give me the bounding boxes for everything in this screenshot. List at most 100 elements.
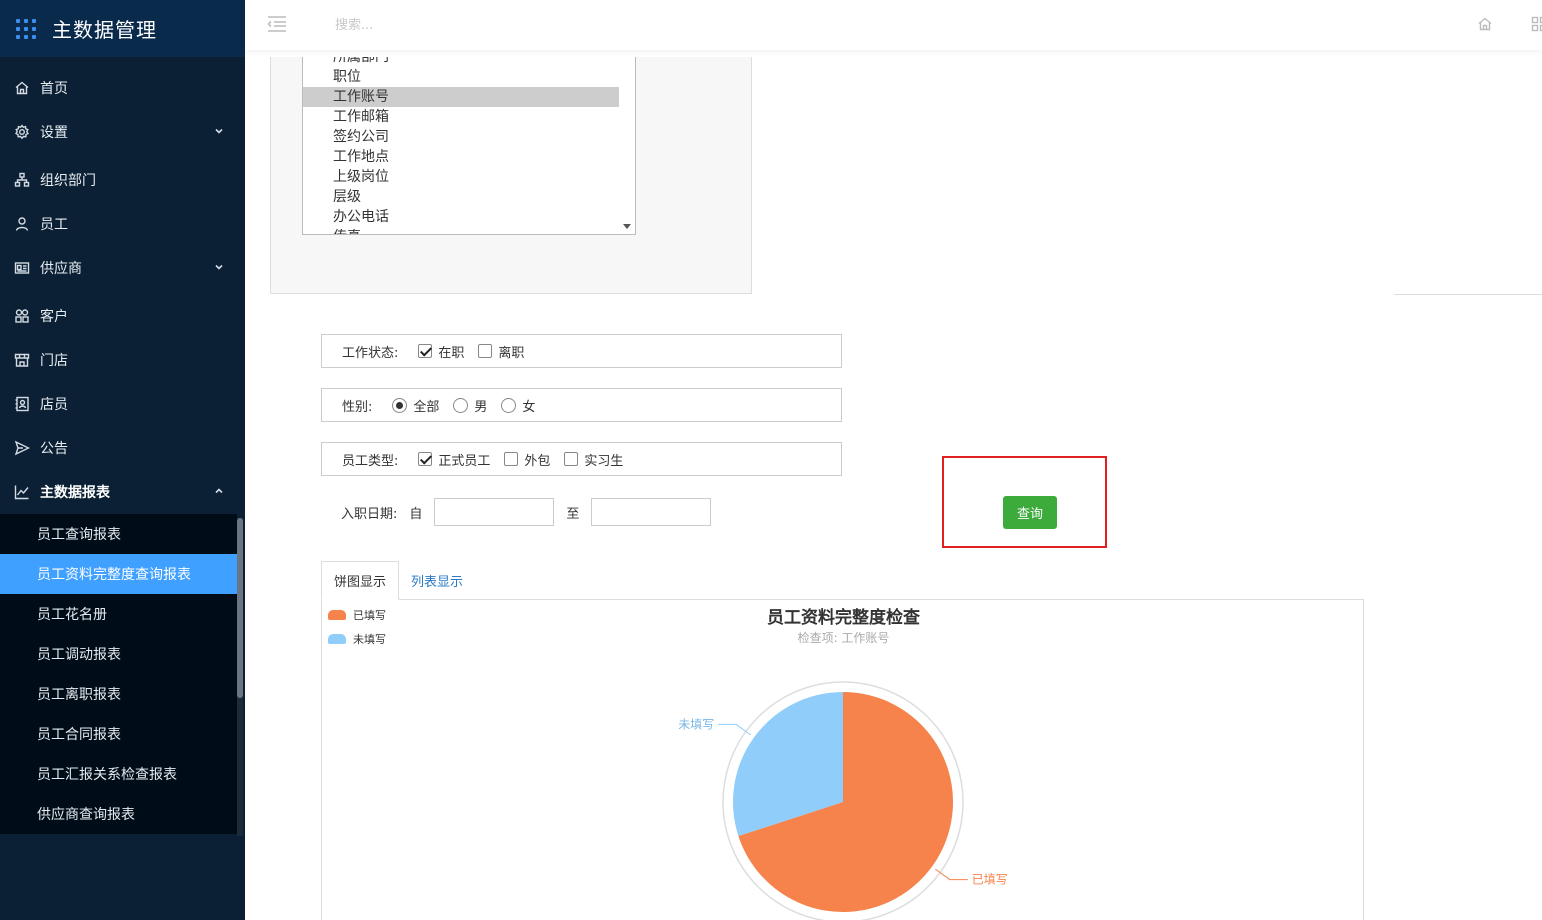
checkbox-label: 正式员工 (438, 453, 491, 469)
filter-employee-type: 员工类型: 正式员工 外包 实习生 (321, 442, 842, 476)
list-item[interactable]: 工作地点 (303, 147, 620, 167)
fullscreen-icon[interactable] (1531, 16, 1542, 32)
checkbox[interactable] (564, 452, 579, 466)
listbox-scrollbar[interactable] (619, 57, 635, 234)
submenu-item-reporting-line[interactable]: 员工汇报关系检查报表 (0, 754, 237, 794)
date-to-input[interactable] (591, 498, 712, 526)
sidebar-item-label: 主数据报表 (40, 485, 110, 501)
list-item[interactable]: 工作邮箱 (303, 107, 620, 127)
chevron-up-icon (213, 485, 225, 497)
gear-icon (14, 124, 30, 140)
submenu-item-contract[interactable]: 员工合同报表 (0, 714, 237, 754)
submenu-item-employee-query[interactable]: 员工查询报表 (0, 514, 237, 554)
radio-label: 全部 (413, 399, 440, 415)
sidebar-item-customer[interactable]: 客户 (0, 294, 245, 338)
pie-chart: 已填写 未填写 (678, 681, 1008, 920)
list-item[interactable]: 签约公司 (303, 127, 620, 147)
home-icon[interactable] (1477, 16, 1493, 32)
field-listbox[interactable]: 所属部门 职位 工作账号 工作邮箱 签约公司 工作地点 上级岗位 层级 办公电话… (302, 57, 636, 235)
sidebar-item-store[interactable]: 门店 (0, 338, 245, 382)
submenu-item-resignation[interactable]: 员工离职报表 (0, 674, 237, 714)
list-item-selected[interactable]: 工作账号 (303, 87, 620, 107)
submenu-item-profile-completeness[interactable]: 员工资料完整度查询报表 (0, 554, 237, 594)
sidebar-item-label: 首页 (40, 81, 68, 97)
chart-title: 员工资料完整度检查 (767, 608, 920, 628)
checkbox[interactable] (418, 452, 433, 466)
list-item[interactable]: 上级岗位 (303, 167, 620, 187)
sidebar-item-label: 客户 (40, 309, 68, 325)
list-item[interactable]: 所属部门 (303, 57, 620, 67)
reports-submenu: 员工查询报表 员工资料完整度查询报表 员工花名册 员工调动报表 员工离职报表 员… (0, 514, 237, 834)
apps-grid-icon (16, 18, 36, 39)
list-item[interactable]: 办公电话 (303, 207, 620, 227)
checkbox-regular[interactable]: 正式员工 (418, 450, 490, 469)
home-icon (14, 80, 30, 96)
sidebar-item-clerk[interactable]: 店员 (0, 382, 245, 426)
radio[interactable] (392, 397, 408, 413)
pie-chart-container: 已填写 未填写 已填写 未填写 员工资料完整度检查 检查项: 工作账号 (321, 599, 1364, 920)
sidebar-item-supplier[interactable]: 供应商 (0, 246, 245, 290)
customer-icon (14, 308, 30, 324)
line-chart-icon (14, 484, 30, 500)
menu-fold-icon[interactable] (267, 15, 287, 33)
checkbox[interactable] (478, 344, 493, 358)
sidebar-item-label: 组织部门 (40, 173, 96, 189)
divider (1394, 294, 1542, 295)
checkbox-label: 在职 (438, 345, 465, 361)
sidebar-scrollbar[interactable] (237, 518, 243, 836)
sidebar-item-label: 供应商 (40, 261, 82, 277)
search-input[interactable] (335, 15, 635, 35)
submenu-item-supplier-query[interactable]: 供应商查询报表 (0, 794, 237, 834)
sidebar-item-home[interactable]: 首页 (0, 66, 245, 110)
list-item[interactable]: 职位 (303, 67, 620, 87)
sidebar-item-master-data-reports[interactable]: 主数据报表 (0, 470, 245, 514)
sidebar-item-label: 设置 (40, 125, 68, 141)
checkbox-active[interactable]: 在职 (418, 342, 464, 361)
sidebar-item-settings[interactable]: 设置 (0, 110, 245, 154)
filter-work-status: 工作状态: 在职 离职 (321, 334, 842, 368)
radio[interactable] (453, 397, 469, 413)
date-to-label: 至 (566, 506, 580, 522)
app-logo[interactable]: 主数据管理 (0, 0, 245, 57)
filter-hire-date: 入职日期: 自 至 (341, 498, 723, 526)
sidebar-item-org[interactable]: 组织部门 (0, 158, 245, 202)
submenu-item-transfer[interactable]: 员工调动报表 (0, 634, 237, 674)
submenu-item-roster[interactable]: 员工花名册 (0, 594, 237, 634)
radio-female[interactable]: 女 (501, 396, 535, 415)
filter-label: 性别: (342, 399, 373, 415)
tab-pie-view[interactable]: 饼图显示 (321, 561, 399, 600)
checkbox-label: 离职 (498, 345, 525, 361)
filter-label: 工作状态: (342, 345, 399, 361)
org-chart-icon (14, 172, 30, 188)
list-item[interactable]: 传真 (303, 227, 620, 234)
filter-label: 入职日期: (341, 506, 398, 522)
list-item[interactable]: 层级 (303, 187, 620, 207)
date-from-label: 自 (409, 506, 423, 522)
scrollbar-thumb[interactable] (237, 518, 243, 698)
query-button[interactable]: 查询 (1003, 496, 1057, 529)
checkbox[interactable] (504, 452, 519, 466)
pie-label-line (934, 868, 968, 881)
radio-all[interactable]: 全部 (392, 396, 439, 415)
checkbox-label: 实习生 (584, 453, 624, 469)
radio[interactable] (501, 397, 517, 413)
date-from-input[interactable] (434, 498, 555, 526)
sidebar-item-employee[interactable]: 员工 (0, 202, 245, 246)
checkbox[interactable] (418, 344, 433, 358)
filter-label: 员工类型: (342, 453, 399, 469)
checkbox-resigned[interactable]: 离职 (478, 342, 524, 361)
checkbox-intern[interactable]: 实习生 (564, 450, 623, 469)
pie-label-line (718, 723, 752, 736)
chevron-down-icon (213, 261, 225, 273)
checkbox-label: 外包 (524, 453, 551, 469)
filter-gender: 性别: 全部 男 女 (321, 388, 842, 422)
radio-male[interactable]: 男 (453, 396, 487, 415)
sidebar-item-announcement[interactable]: 公告 (0, 426, 245, 470)
user-icon (14, 216, 30, 232)
tab-list-view[interactable]: 列表显示 (399, 561, 475, 600)
scroll-down-arrow-icon[interactable] (623, 224, 631, 229)
sidebar-item-label: 公告 (40, 441, 68, 457)
radio-label: 男 (474, 399, 488, 415)
clerk-icon (14, 396, 30, 412)
checkbox-outsourced[interactable]: 外包 (504, 450, 550, 469)
